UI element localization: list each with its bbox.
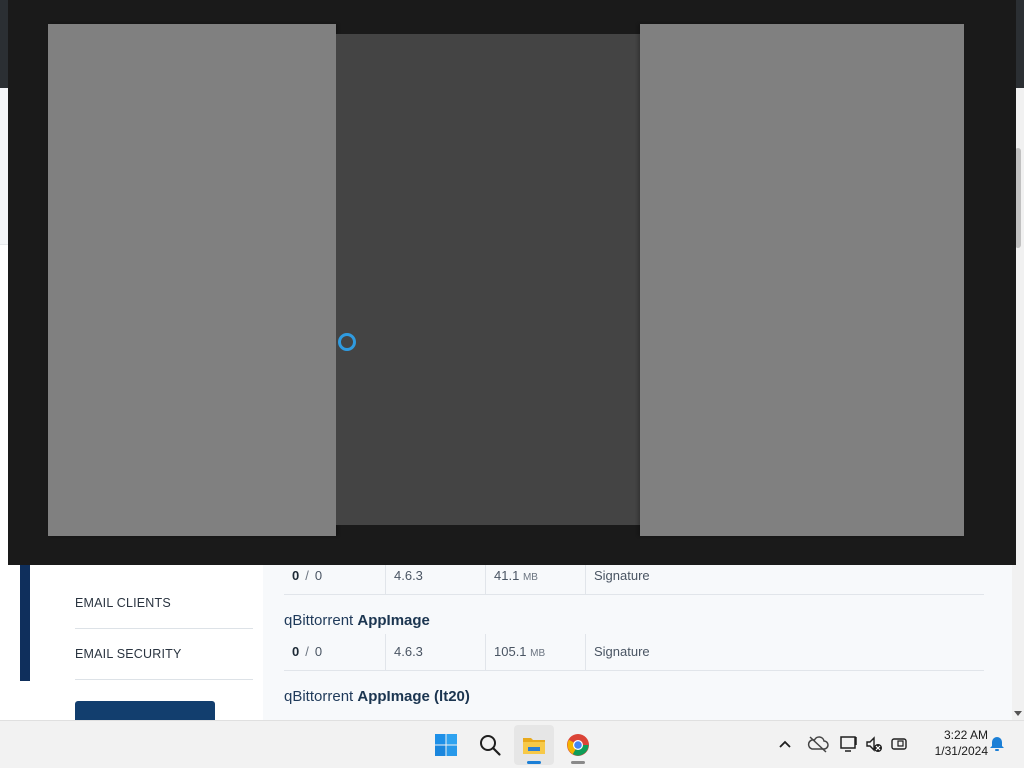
network-icon[interactable] xyxy=(839,732,859,756)
sidebar-action-button[interactable] xyxy=(75,701,215,720)
search-button[interactable] xyxy=(470,725,510,765)
download-row: 0/0 4.6.3 105.1 MB Signature xyxy=(284,634,984,671)
signature-link[interactable]: Signature xyxy=(585,634,794,670)
running-indicator xyxy=(527,761,541,764)
download-title[interactable]: qBittorrent AppImage (lt20) xyxy=(284,688,470,705)
download-title[interactable]: qBittorrent AppImage xyxy=(284,612,430,629)
windows-logo-icon xyxy=(435,734,457,756)
screen: EMAIL CLIENTS EMAIL SECURITY 0/0 4.6.3 4… xyxy=(0,0,1024,768)
chrome-button[interactable] xyxy=(558,725,598,765)
file-explorer-button[interactable] xyxy=(514,725,554,765)
download-count-cell: 0/0 xyxy=(292,644,323,659)
version-cell: 4.6.3 xyxy=(385,634,494,670)
overlay-viewer xyxy=(8,0,1016,565)
bell-icon[interactable] xyxy=(987,732,1007,756)
left-panel xyxy=(48,24,336,536)
chrome-icon xyxy=(567,734,589,756)
center-panel xyxy=(336,34,640,525)
sidebar-item-email-security[interactable]: EMAIL SECURITY xyxy=(75,629,253,680)
onedrive-offline-icon[interactable] xyxy=(806,732,830,756)
clock-time: 3:22 AM xyxy=(943,728,988,742)
start-button[interactable] xyxy=(426,725,466,765)
right-panel xyxy=(640,24,964,536)
search-icon xyxy=(480,735,501,756)
chevron-up-icon[interactable] xyxy=(775,732,795,756)
security-icon[interactable] xyxy=(890,732,910,756)
scroll-down-arrow-icon[interactable] xyxy=(1014,711,1022,716)
sidebar-item-email-clients[interactable]: EMAIL CLIENTS xyxy=(75,578,253,629)
folder-icon xyxy=(523,738,545,754)
clock-date: 1/31/2024 xyxy=(934,744,988,758)
taskbar-clock[interactable]: 3:22 AM 1/31/2024 xyxy=(918,727,988,759)
running-indicator xyxy=(571,761,585,764)
speaker-muted-icon[interactable] xyxy=(864,732,884,756)
busy-cursor-icon xyxy=(338,333,356,351)
size-cell: 105.1 MB xyxy=(485,634,594,670)
